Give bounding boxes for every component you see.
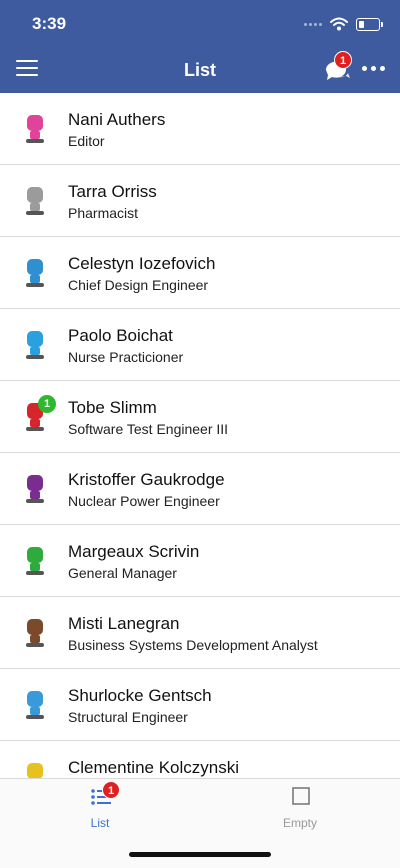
contact-notification-badge: 1 (38, 395, 56, 413)
robot-avatar-icon (26, 259, 44, 287)
list-item[interactable]: Paolo Boichat Nurse Practicioner (0, 309, 400, 381)
contact-role: Chief Design Engineer (68, 277, 209, 293)
contact-name: Tarra Orriss (68, 182, 157, 201)
battery-icon (356, 17, 383, 31)
tab-label: Empty (282, 816, 317, 830)
chat-notification-badge: 1 (334, 51, 352, 69)
contact-role: General Manager (68, 565, 177, 581)
contact-name: Shurlocke Gentsch (68, 686, 212, 705)
square-icon (292, 787, 310, 805)
contact-name: Nani Authers (68, 110, 166, 129)
contact-name: Misti Lanegran (68, 614, 180, 633)
status-indicators (304, 12, 383, 36)
robot-avatar-icon (26, 115, 44, 143)
home-indicator (129, 852, 271, 857)
list-item[interactable]: Misti Lanegran Business Systems Developm… (0, 597, 400, 669)
contact-role: Structural Engineer (68, 709, 188, 725)
contact-list[interactable]: Nani Authers Editor Tarra Orriss Pharmac… (0, 93, 400, 778)
list-item[interactable]: Celestyn Iozefovich Chief Design Enginee… (0, 237, 400, 309)
tab-label: List (90, 816, 110, 830)
status-time: 3:39 (32, 14, 67, 33)
list-item[interactable]: Margeaux Scrivin General Manager (0, 525, 400, 597)
cellular-signal-icon (304, 22, 322, 26)
list-item[interactable]: Shurlocke Gentsch Structural Engineer (0, 669, 400, 741)
list-item[interactable]: Kristoffer Gaukrodge Nuclear Power Engin… (0, 453, 400, 525)
contact-name: Celestyn Iozefovich (68, 254, 216, 273)
more-options-button[interactable] (362, 66, 385, 71)
contact-role: Nuclear Power Engineer (68, 493, 220, 509)
contact-role: Business Systems Development Analyst (68, 637, 318, 653)
contact-role: Nurse Practicioner (68, 349, 184, 365)
tab-notification-badge: 1 (102, 781, 120, 799)
robot-avatar-icon (26, 619, 44, 647)
contact-role: Pharmacist (68, 205, 139, 221)
list-item[interactable]: Tarra Orriss Pharmacist (0, 165, 400, 237)
contact-name: Tobe Slimm (68, 398, 157, 417)
list-item[interactable]: 1 Tobe Slimm Software Test Engineer III (0, 381, 400, 453)
list-item[interactable]: Nani Authers Editor (0, 93, 400, 165)
contact-role: Editor (68, 133, 105, 149)
contact-role: Software Test Engineer III (68, 421, 229, 437)
robot-avatar-icon (26, 331, 44, 359)
list-item[interactable]: Clementine Kolczynski Media Manager II (0, 741, 400, 778)
contact-name: Kristoffer Gaukrodge (68, 470, 225, 489)
tab-empty[interactable]: Empty (200, 779, 400, 839)
robot-avatar-icon (26, 475, 44, 503)
contact-name: Margeaux Scrivin (68, 542, 200, 561)
robot-avatar-icon (26, 691, 44, 719)
wifi-icon (330, 17, 348, 31)
navigation-header: 3:39 List 1 (0, 0, 400, 93)
contact-name: Paolo Boichat (68, 326, 173, 345)
tab-list[interactable]: 1 List (0, 779, 200, 839)
robot-avatar-icon (26, 187, 44, 215)
robot-avatar-icon (26, 547, 44, 575)
robot-avatar-icon (27, 763, 43, 778)
contact-name: Clementine Kolczynski (68, 758, 240, 777)
